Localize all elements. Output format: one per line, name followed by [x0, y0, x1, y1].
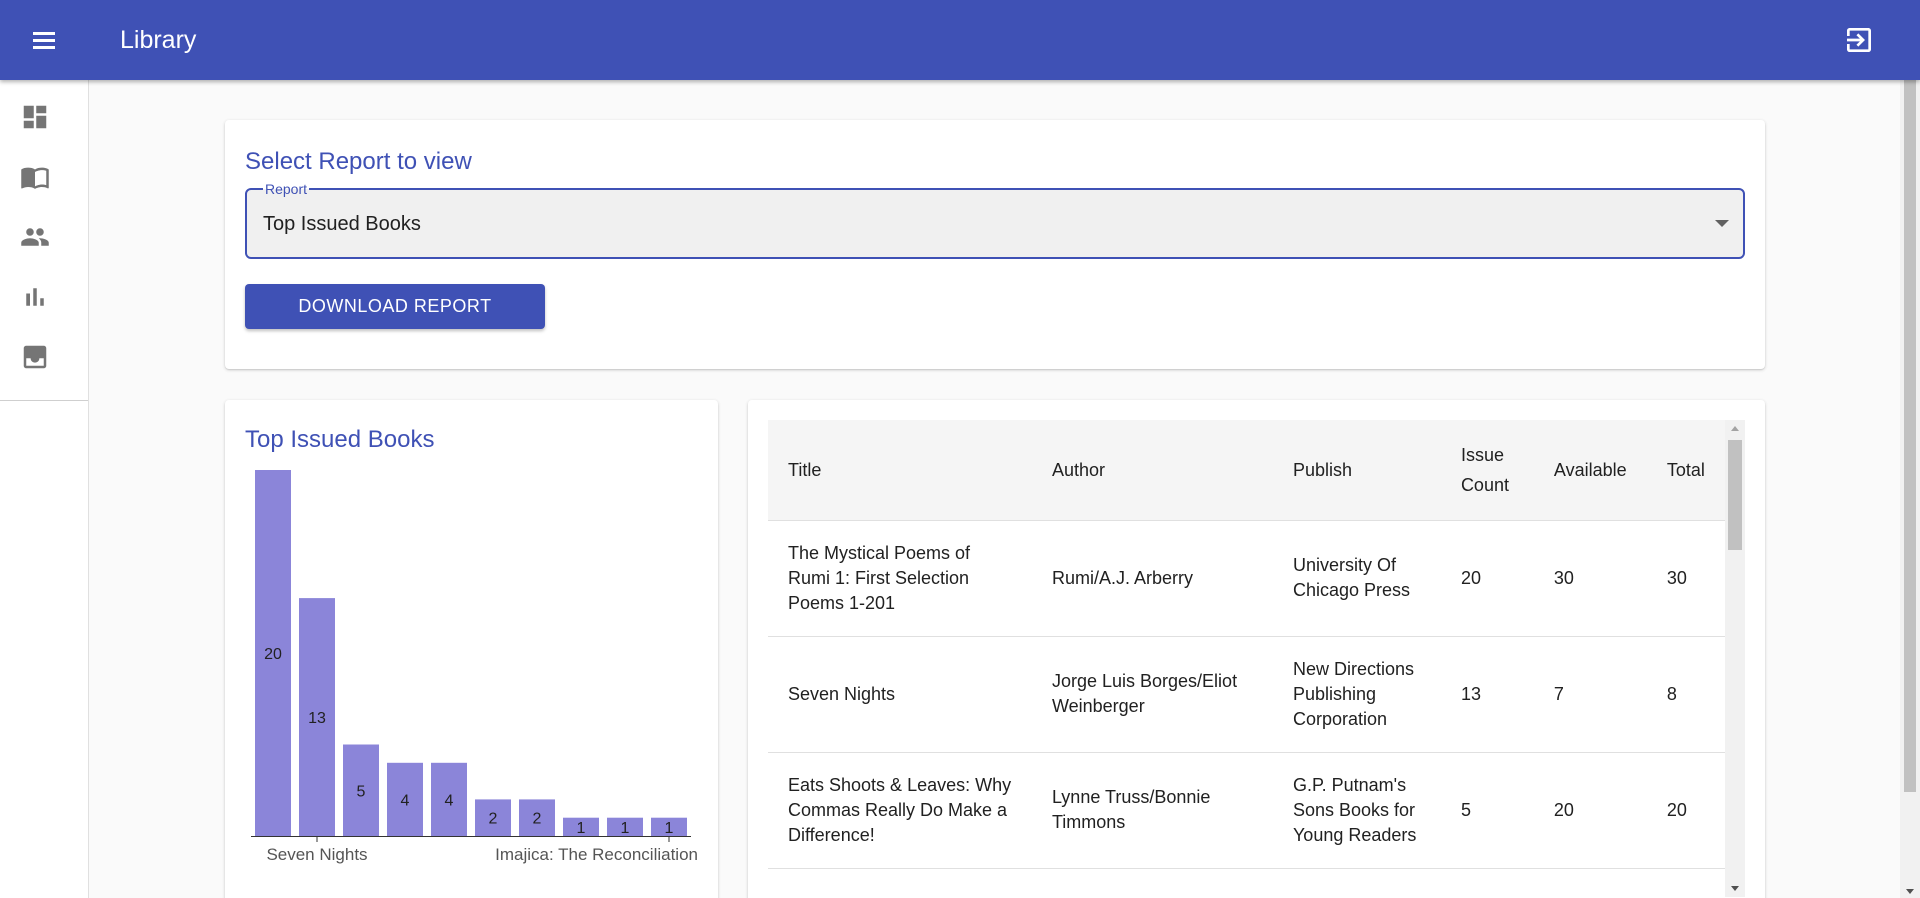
cell-publish: University Of Chicago Press — [1272, 520, 1441, 637]
chart-data-label: 1 — [621, 820, 630, 837]
chart-data-label: 20 — [264, 646, 282, 663]
cell-available: 30 — [1533, 520, 1647, 637]
page-scrollbar-thumb[interactable] — [1904, 80, 1916, 792]
cell-total: 30 — [1646, 520, 1725, 637]
cell-issue-count: 20 — [1440, 520, 1534, 637]
cell-title: Seven Nights — [768, 636, 1032, 753]
table-row[interactable]: Eats Shoots & Leaves: Why Commas Really … — [768, 752, 1725, 869]
logout-icon[interactable] — [1843, 24, 1875, 56]
cell-issue-count: 5 — [1440, 752, 1534, 869]
x-axis-tick-label: Seven Nights — [266, 845, 367, 864]
report-select-heading: Select Report to view — [245, 148, 472, 175]
report-select-label: Report — [263, 181, 310, 197]
column-header-issue-count[interactable]: Issue Count — [1440, 420, 1534, 521]
menu-icon[interactable] — [28, 24, 60, 56]
table-header-row: Title Author Publish Issue Count Availab… — [768, 420, 1725, 521]
column-header-total[interactable]: Total — [1646, 420, 1725, 521]
download-report-button[interactable]: DOWNLOAD REPORT — [245, 284, 545, 329]
cell-publish: G.P. Putnam's Sons Books for Young Reade… — [1272, 752, 1441, 869]
cell-total: 8 — [1646, 636, 1725, 753]
scroll-down-icon[interactable] — [1731, 886, 1739, 891]
cell-author: Lynne Truss/Bonnie Timmons — [1031, 752, 1273, 869]
book-open-icon[interactable] — [18, 160, 52, 194]
report-table-card: Title Author Publish Issue Count Availab… — [748, 400, 1765, 898]
cell-available: 7 — [1533, 636, 1647, 753]
cell-publish: New Directions Publishing Corporation — [1272, 636, 1441, 753]
caret-down-icon — [1715, 220, 1729, 227]
people-icon[interactable] — [18, 220, 52, 254]
report-table-container: Title Author Publish Issue Count Availab… — [768, 420, 1725, 890]
chart-data-label: 1 — [665, 820, 674, 837]
table-scrollbar-thumb[interactable] — [1728, 440, 1742, 550]
report-select-value: Top Issued Books — [263, 213, 421, 235]
sidebar — [0, 80, 89, 898]
scroll-up-icon[interactable] — [1731, 426, 1739, 431]
chart-data-label: 2 — [533, 811, 542, 828]
table-row[interactable]: The Mystical Poems of Rumi 1: First Sele… — [768, 520, 1725, 637]
x-axis-tick-label: Imajica: The Reconciliation — [495, 845, 698, 864]
bar-chart-icon[interactable] — [18, 280, 52, 314]
column-header-publish[interactable]: Publish — [1272, 420, 1441, 521]
report-select[interactable]: Report Top Issued Books — [245, 182, 1745, 259]
column-header-title[interactable]: Title — [768, 420, 1032, 521]
table-row[interactable]: Seven Nights Jorge Luis Borges/Eliot Wei… — [768, 636, 1725, 753]
chart-data-label: 4 — [401, 792, 410, 809]
column-header-author[interactable]: Author — [1031, 420, 1273, 521]
cell-author: Rumi/A.J. Arberry — [1031, 520, 1273, 637]
main-content: Select Report to view Report Top Issued … — [90, 80, 1900, 898]
table-scrollbar[interactable] — [1725, 420, 1745, 897]
chart-data-label: 1 — [577, 820, 586, 837]
dashboard-icon[interactable] — [18, 100, 52, 134]
cell-author: Jorge Luis Borges/Eliot Weinberger — [1031, 636, 1273, 753]
chart-card: Top Issued Books 20 13 5 4 4 2 2 1 1 1 Seven Night… — [225, 400, 718, 898]
chart-data-label: 4 — [445, 792, 454, 809]
top-issued-books-chart: 20 13 5 4 4 2 2 1 1 1 Seven Nights Imajica: The Rec… — [251, 470, 698, 864]
cell-issue-count: 13 — [1440, 636, 1534, 753]
cell-total: 20 — [1646, 752, 1725, 869]
chart-data-label: 2 — [489, 811, 498, 828]
cell-available: 20 — [1533, 752, 1647, 869]
chart-data-label: 5 — [357, 783, 366, 800]
page-scrollbar[interactable] — [1900, 80, 1920, 898]
chart-data-label: 13 — [308, 710, 326, 727]
column-header-available[interactable]: Available — [1533, 420, 1647, 521]
report-select-card: Select Report to view Report Top Issued … — [225, 120, 1765, 369]
download-icon[interactable] — [18, 340, 52, 374]
cell-title: Eats Shoots & Leaves: Why Commas Really … — [768, 752, 1032, 869]
sidebar-nav — [0, 80, 88, 401]
cell-title: The Mystical Poems of Rumi 1: First Sele… — [768, 520, 1032, 637]
app-title: Library — [120, 26, 197, 54]
report-table: Title Author Publish Issue Count Availab… — [768, 420, 1725, 869]
app-bar: Library — [0, 0, 1920, 80]
scroll-down-icon[interactable] — [1906, 889, 1914, 894]
